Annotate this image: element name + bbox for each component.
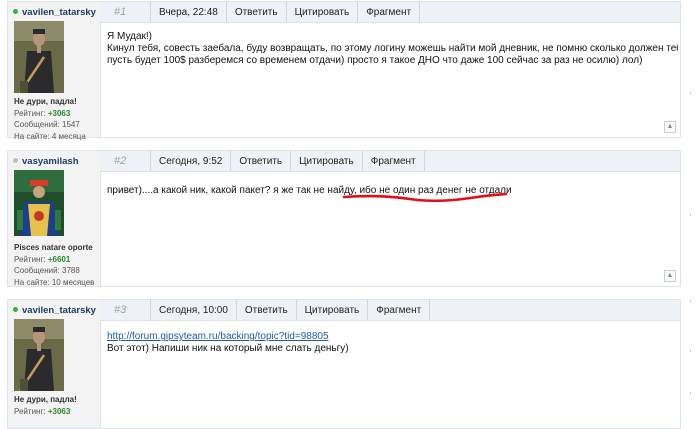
user-online-time: На сайте: 10 месяцев <box>14 277 95 287</box>
user-online-time: На сайте: 4 месяца <box>14 131 86 141</box>
author-info: Не дури, падла! Рейтинг: +3063 <box>14 394 98 417</box>
fragment-button[interactable]: Фрагмент <box>361 151 425 171</box>
author-panel: vasyamilash Pisces natare oporte Рейтинг… <box>8 151 101 288</box>
post-number[interactable]: #1 <box>100 2 150 22</box>
avatar[interactable] <box>14 21 64 93</box>
red-underline-annotation <box>342 192 508 203</box>
post-header: #2 Сегодня, 9:52 Ответить Цитировать Фра… <box>100 151 680 172</box>
author-panel: vavilen_tatarsky Не дури, падла! Рейтинг… <box>8 300 101 428</box>
user-title: Не дури, падла! <box>14 395 77 404</box>
post-line: Кинул тебя, совесть заебала, буду возвра… <box>107 43 678 54</box>
post-date: Сегодня, 9:52 <box>150 151 230 171</box>
user-rating: Рейтинг: +3063 <box>14 108 71 118</box>
offline-status-icon <box>13 158 18 163</box>
author-name[interactable]: vasyamilash <box>13 156 79 167</box>
post-date: Вчера, 22:48 <box>150 2 226 22</box>
user-title: Pisces natare oporte <box>14 243 93 252</box>
forum-post-1: vavilen_tatarsky Не дури, падла! Рейтинг… <box>7 1 681 141</box>
author-info: Pisces natare oporte Рейтинг: +6601 Сооб… <box>14 242 98 288</box>
quote-button[interactable]: Цитировать <box>285 2 358 22</box>
post-line: Я Мудак!) <box>107 31 152 42</box>
page-scroll-markers <box>686 0 700 416</box>
quote-button[interactable]: Цитировать <box>290 151 362 171</box>
avatar[interactable] <box>14 319 64 391</box>
post-line: пусть будет 100$ разберемся со временем … <box>107 55 643 66</box>
scroll-top-icon[interactable]: ▲ <box>664 270 676 282</box>
post-body: http://forum.gipsyteam.ru/backing/topic?… <box>107 331 678 355</box>
author-name[interactable]: vavilen_tatarsky <box>13 7 96 18</box>
user-messages: Сообщений: 3788 <box>14 266 80 275</box>
post-number[interactable]: #3 <box>100 300 150 320</box>
user-rating: Рейтинг: +3063 <box>14 406 71 416</box>
post-header: #1 Вчера, 22:48 Ответить Цитировать Фраг… <box>100 2 680 23</box>
online-status-icon <box>13 9 18 14</box>
post-number[interactable]: #2 <box>100 151 150 171</box>
post-line: Вот этот) Напиши ник на который мне слат… <box>107 343 349 354</box>
user-messages: Сообщений: 1547 <box>14 120 80 129</box>
fragment-button[interactable]: Фрагмент <box>367 300 431 320</box>
post-date: Сегодня, 10:00 <box>150 300 236 320</box>
avatar[interactable] <box>14 170 64 242</box>
fragment-button[interactable]: Фрагмент <box>357 2 421 22</box>
online-status-icon <box>13 307 18 312</box>
reply-button[interactable]: Ответить <box>230 151 290 171</box>
user-title: Не дури, падла! <box>14 97 77 106</box>
reply-button[interactable]: Ответить <box>235 300 296 320</box>
reply-button[interactable]: Ответить <box>225 2 286 22</box>
scroll-top-icon[interactable]: ▲ <box>664 121 676 133</box>
author-name[interactable]: vavilen_tatarsky <box>13 305 96 316</box>
post-body: Я Мудак!) Кинул тебя, совесть заебала, б… <box>107 31 678 67</box>
forum-post-3: vavilen_tatarsky Не дури, падла! Рейтинг… <box>7 299 681 429</box>
forum-post-2: vasyamilash Pisces natare oporte Рейтинг… <box>7 150 681 287</box>
author-info: Не дури, падла! Рейтинг: +3063 Сообщений… <box>14 96 98 142</box>
topic-link[interactable]: http://forum.gipsyteam.ru/backing/topic?… <box>107 331 329 342</box>
user-rating: Рейтинг: +6601 <box>14 254 71 264</box>
post-header: #3 Сегодня, 10:00 Ответить Цитировать Фр… <box>100 300 680 321</box>
author-panel: vavilen_tatarsky Не дури, падла! Рейтинг… <box>8 2 101 141</box>
quote-button[interactable]: Цитировать <box>295 300 368 320</box>
